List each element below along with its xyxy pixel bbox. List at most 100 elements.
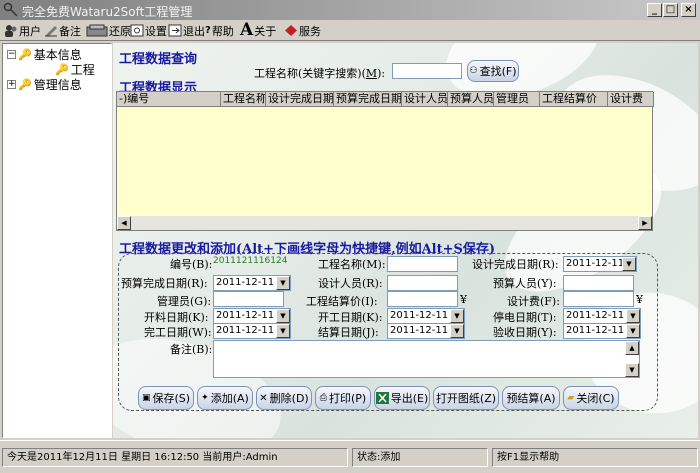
status-datetime: 今天是2011年12月11日 星期日 16:12:50	[7, 452, 200, 463]
code-value: 2011121116124	[213, 256, 288, 266]
grid-header-code[interactable]: -)编号	[117, 92, 221, 107]
start-date-label: 开工日期(K):	[318, 311, 383, 324]
minimize-button[interactable]: _	[647, 3, 662, 17]
exit-icon	[168, 24, 182, 37]
print-icon: ⎙	[319, 393, 327, 403]
design-done-date-picker[interactable]: 2011-12-11 ▼	[563, 256, 637, 272]
settle-price-label: 工程结算价(I):	[306, 295, 378, 308]
manager-label: 管理员(G):	[157, 295, 212, 308]
delete-icon: ✕	[259, 392, 268, 404]
search-button-label: 查找(F)	[479, 65, 517, 78]
dropdown-arrow-icon[interactable]: ▼	[276, 324, 290, 338]
manager-input[interactable]	[213, 291, 284, 307]
open-date-label: 开料日期(K):	[144, 311, 209, 324]
remark-textarea[interactable]: ▲ ▼	[213, 340, 640, 378]
add-button[interactable]: ✦ 添加(A)	[197, 386, 253, 410]
close-form-button-label: 关闭(C)	[576, 392, 615, 405]
export-button[interactable]: 导出(E)	[374, 386, 430, 410]
settings-icon	[130, 24, 144, 37]
tree-expand-toggle[interactable]: +	[7, 80, 16, 89]
open-date-picker[interactable]: 2011-12-11 ▼	[213, 308, 291, 324]
code-label: 编号(B):	[170, 258, 213, 271]
restore-icon	[86, 24, 108, 37]
toolbar-help-button[interactable]: ? 帮助	[205, 22, 234, 39]
power-off-date-picker[interactable]: 2011-12-11 ▼	[563, 308, 641, 324]
remark-label: 备注(B):	[170, 343, 213, 356]
toolbar-restore-label: 还原	[109, 24, 131, 38]
nav-tree: − 🔑 基本信息 🔑 工程 + 🔑 管理信息	[2, 43, 112, 438]
search-button[interactable]: ⚇ 查找(F)	[467, 60, 519, 82]
grid-header-budget-date[interactable]: 预算完成日期	[334, 92, 402, 107]
open-drawing-button-label: 打开图纸(Z)	[435, 392, 497, 405]
grid-header-design-date[interactable]: 设计完成日期	[266, 92, 334, 107]
dropdown-arrow-icon[interactable]: ▼	[626, 324, 640, 338]
grid-header: -)编号 工程名称 设计完成日期 预算完成日期 设计人员 预算人员 管理员 工程…	[117, 92, 654, 107]
search-input[interactable]	[392, 63, 462, 79]
toolbar-settings-button[interactable]: 设置	[130, 22, 167, 39]
design-done-label: 设计完成日期(R):	[472, 258, 559, 271]
status-hint: 按F1显示帮助	[492, 448, 698, 467]
budget-done-date-picker[interactable]: 2011-12-11 ▼	[213, 275, 291, 291]
accept-date-picker[interactable]: 2011-12-11 ▼	[563, 323, 641, 339]
budgeter-input[interactable]	[563, 275, 634, 291]
toolbar-restore-button[interactable]: 还原	[86, 22, 131, 39]
key-icon: 🔑	[18, 78, 32, 91]
designer-input[interactable]	[387, 275, 458, 291]
open-drawing-button[interactable]: 打开图纸(Z)	[433, 386, 499, 410]
scroll-up-arrow-icon[interactable]: ▲	[625, 341, 639, 355]
tree-collapse-toggle[interactable]: −	[7, 50, 16, 59]
save-button[interactable]: ▣ 保存(S)	[138, 386, 194, 410]
toolbar-users-button[interactable]: 用户	[4, 22, 41, 39]
project-name-label: 工程名称(M):	[318, 258, 386, 271]
close-form-button[interactable]: ▰ 关闭(C)	[563, 386, 619, 410]
design-fee-input[interactable]	[563, 291, 634, 307]
dropdown-arrow-icon[interactable]: ▼	[276, 276, 290, 290]
accept-date-label: 验收日期(Y):	[493, 326, 557, 339]
grid-header-settle-price[interactable]: 工程结算价	[540, 92, 608, 107]
scroll-left-arrow-icon[interactable]: ◀	[117, 216, 131, 230]
key-icon: 🔑	[55, 63, 69, 76]
start-date-picker[interactable]: 2011-12-11 ▼	[387, 308, 465, 324]
add-icon: ✦	[201, 393, 209, 403]
grid-header-design-fee[interactable]: 设计费	[608, 92, 654, 107]
title-bar: 完全免费Wataru2Soft工程管理 _ □ ×	[0, 0, 700, 20]
grid-header-budgeter[interactable]: 预算人员	[448, 92, 494, 107]
grid-horizontal-scrollbar[interactable]: ◀ ▶	[117, 216, 652, 230]
toolbar-note-label: 备注	[59, 24, 81, 38]
toolbar-service-button[interactable]: 服务	[284, 22, 321, 39]
dropdown-arrow-icon[interactable]: ▼	[450, 324, 464, 338]
grid-header-designer[interactable]: 设计人员	[402, 92, 448, 107]
service-icon	[285, 25, 297, 36]
delete-button-label: 删除(D)	[269, 392, 309, 405]
toolbar-note-button[interactable]: 备注	[44, 22, 81, 39]
close-button[interactable]: ×	[681, 3, 696, 17]
settle-date-picker[interactable]: 2011-12-11 ▼	[387, 323, 465, 339]
toolbar-about-button[interactable]: A 关于	[240, 22, 276, 39]
maximize-button[interactable]: □	[663, 3, 678, 17]
tree-item-management-info[interactable]: + 🔑 管理信息	[7, 76, 82, 93]
grid-header-name[interactable]: 工程名称	[221, 92, 266, 107]
pre-settle-button[interactable]: 预结算(A)	[502, 386, 560, 410]
power-off-date-label: 停电日期(T):	[493, 311, 557, 324]
settle-price-currency: ¥	[460, 293, 467, 306]
excel-icon	[375, 392, 389, 404]
toolbar-settings-label: 设置	[145, 24, 167, 38]
dropdown-arrow-icon[interactable]: ▼	[450, 309, 464, 323]
dropdown-arrow-icon[interactable]: ▼	[626, 309, 640, 323]
dropdown-arrow-icon[interactable]: ▼	[276, 309, 290, 323]
settle-price-input[interactable]	[387, 291, 458, 307]
scroll-down-arrow-icon[interactable]: ▼	[625, 363, 639, 377]
grid-header-manager[interactable]: 管理员	[494, 92, 540, 107]
print-button[interactable]: ⎙ 打印(P)	[315, 386, 371, 410]
dropdown-arrow-icon[interactable]: ▼	[622, 257, 636, 271]
folder-icon: ▰	[567, 393, 575, 403]
scroll-right-arrow-icon[interactable]: ▶	[638, 216, 652, 230]
finish-date-picker[interactable]: 2011-12-11 ▼	[213, 323, 291, 339]
toolbar-exit-button[interactable]: 退出	[168, 22, 205, 39]
project-grid[interactable]: -)编号 工程名称 设计完成日期 预算完成日期 设计人员 预算人员 管理员 工程…	[116, 91, 654, 231]
design-fee-currency: ¥	[636, 293, 643, 306]
help-icon: ?	[205, 25, 211, 36]
delete-button[interactable]: ✕ 删除(D)	[256, 386, 312, 410]
status-bar: 今天是2011年12月11日 星期日 16:12:50 当前用户:Admin 状…	[0, 440, 700, 473]
project-name-input[interactable]	[387, 256, 458, 272]
